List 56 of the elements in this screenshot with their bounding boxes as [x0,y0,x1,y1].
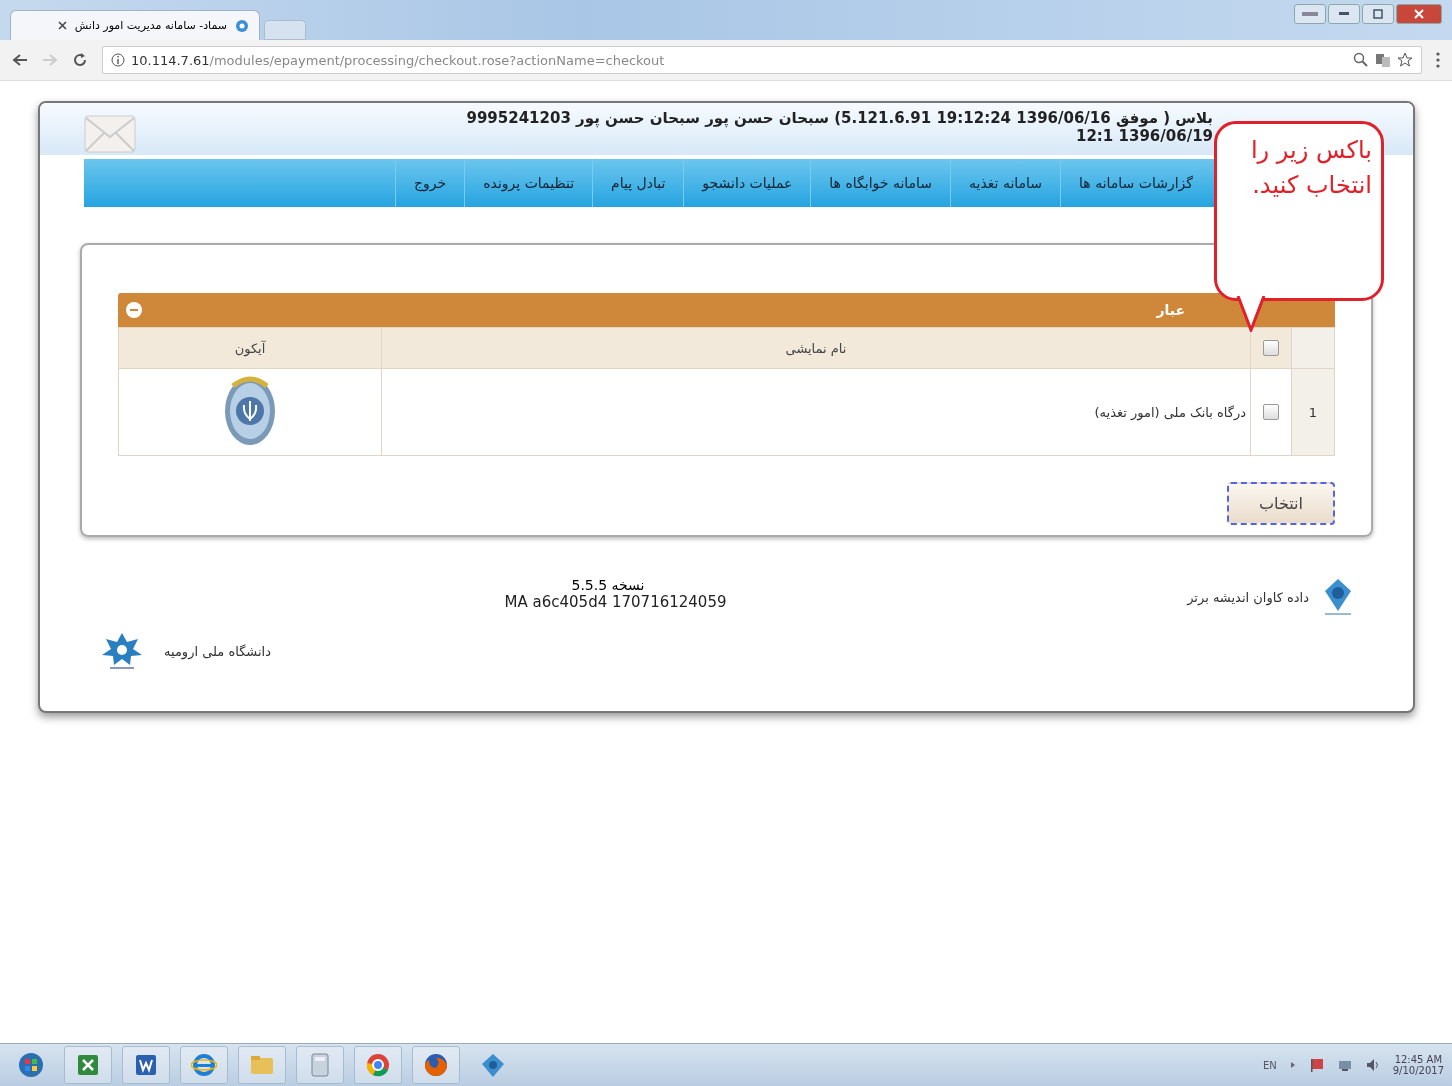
menu-icon[interactable] [1436,52,1440,68]
vendor-logo-icon [1323,577,1353,617]
minimize-icon [1339,12,1349,16]
close-icon [1414,9,1424,19]
nav-item[interactable]: خروج [395,159,465,207]
restore-icon [1373,9,1383,19]
close-icon[interactable] [57,21,67,30]
build-text: MA a6c405d4 170716124059 [504,593,727,611]
nav-item[interactable]: سامانه تغذیه [950,159,1061,207]
vendor-name: داده کاوان اندیشه برتر [1187,589,1309,605]
nav-item[interactable]: سامانه خوابگاه ها [810,159,951,207]
restore-button[interactable] [1362,4,1394,24]
translate-icon[interactable] [1375,52,1391,68]
window-button[interactable] [1294,4,1326,24]
callout-pointer [1236,296,1266,332]
reload-icon[interactable] [72,52,88,68]
checkbox[interactable] [1263,340,1279,357]
document-icon[interactable] [122,1046,170,1084]
site-icon [235,18,249,33]
nav-item[interactable]: تنظیمات پرونده [464,159,593,207]
info-icon [111,53,125,67]
back-icon[interactable] [12,53,28,67]
minimize-button[interactable] [1328,4,1360,24]
column-header: آیکون [118,327,382,369]
gateway-name: درگاه بانک ملی (امور تغذیه) [381,368,1251,456]
date-text: 1396/06/19 12:1 [1076,127,1213,145]
session-info: بلاس ( موفق 1396/06/16 19:12:24 5.121.6.91) سبحان حسن پور سبحان حسن پور 9995241203 [466,109,1213,127]
close-button[interactable] [1396,4,1442,24]
clock[interactable]: 12:45 AM 9/10/2017 [1392,1054,1444,1076]
checkbox[interactable] [1263,404,1279,421]
language-indicator[interactable]: EN [1262,1059,1277,1071]
tray-arrow-icon[interactable] [1288,1061,1297,1069]
star-icon[interactable] [1397,52,1413,68]
university-name: دانشگاه ملی ارومیه [164,643,271,659]
row-number: 1 [1291,368,1335,456]
callout-text: باکس زیر را انتخاب کنید. [1249,135,1372,201]
browser-tab[interactable]: سماد- سامانه مدیریت امور دانش [10,10,260,40]
dots-icon [1302,11,1318,17]
chrome-icon[interactable] [354,1046,402,1084]
column-header: نام نمایشی [381,327,1251,369]
firefox-icon[interactable] [412,1046,460,1084]
nav-item[interactable]: تبادل پیام [592,159,684,207]
zoom-icon[interactable] [1353,52,1369,68]
browser-e-icon[interactable] [180,1046,228,1084]
nav-item[interactable]: عملیات دانشجو [683,159,811,207]
version-text: نسخه 5.5.5 [571,577,646,593]
select-button[interactable]: انتخاب [1227,482,1335,525]
spreadsheet-icon[interactable] [64,1046,112,1084]
university-logo-icon [100,631,144,671]
nav-item[interactable]: گزارشات سامانه ها [1060,159,1211,207]
bank-emblem-icon [223,373,277,448]
address-bar[interactable]: 10.114.7.61/modules/epayment/processing/checkout.rose?actionName=checkout [102,46,1422,74]
speaker-icon[interactable] [1364,1057,1381,1073]
panel-title: عبار [1156,302,1185,318]
flag-icon[interactable] [1308,1057,1325,1073]
collapse-icon[interactable] [126,302,142,318]
